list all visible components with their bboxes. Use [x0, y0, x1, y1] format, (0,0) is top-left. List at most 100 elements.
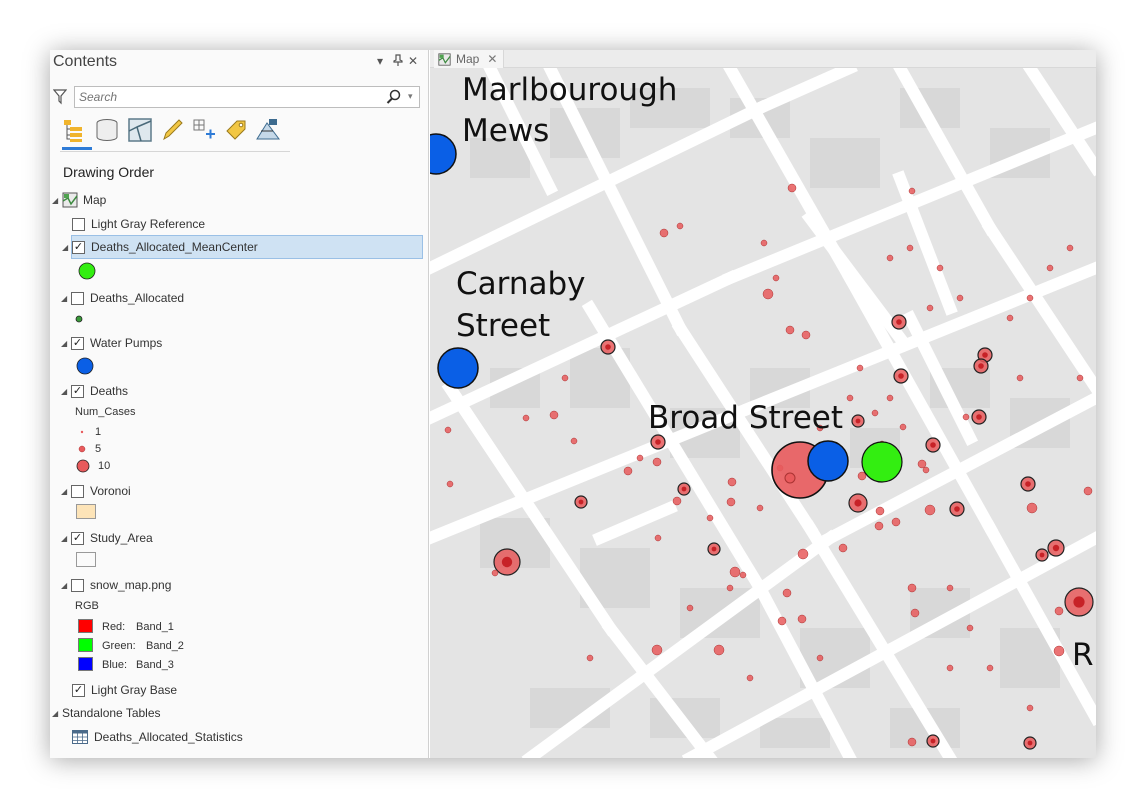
layer-visibility-checkbox[interactable]: ✓ [71, 384, 84, 398]
map-canvas[interactable]: Marlbourough Mews Carnaby Street Broad S… [415, 59, 1096, 758]
death-point-inner [854, 499, 862, 507]
collapse-chevron-icon[interactable]: ◢ [52, 709, 62, 718]
layer-visibility-checkbox[interactable] [71, 484, 84, 498]
collapse-chevron-icon[interactable]: ◢ [61, 534, 71, 543]
layer-visibility-checkbox[interactable]: ✓ [72, 240, 85, 254]
map-tab-bar: Map ✕ [430, 50, 1096, 68]
layer-name: Light Gray Reference [91, 217, 206, 231]
pane-options-dropdown-icon[interactable]: ▾ [377, 54, 383, 68]
blue-band-label: Band_3 [136, 659, 174, 671]
pin-icon[interactable] [393, 54, 403, 69]
death-point [1026, 294, 1034, 302]
layer-visibility-checkbox[interactable] [71, 578, 84, 592]
death-point [549, 410, 559, 420]
death-point-inner [655, 439, 661, 445]
collapse-chevron-icon[interactable]: ◢ [61, 339, 71, 348]
death-point [446, 480, 454, 488]
death-point-inner [1027, 740, 1033, 746]
death-point [636, 454, 644, 462]
death-point [785, 325, 795, 335]
layer-voronoi[interactable]: ◢ Voronoi [61, 480, 131, 502]
search-box[interactable]: ▾ [74, 86, 420, 108]
tab-map[interactable]: Map ✕ [434, 50, 505, 68]
death-point [1054, 606, 1064, 616]
death-point-inner [1039, 552, 1045, 558]
layer-visibility-checkbox[interactable] [72, 217, 85, 231]
layer-light-gray-base[interactable]: ✓ Light Gray Base [72, 679, 177, 701]
layer-visibility-checkbox[interactable]: ✓ [72, 683, 85, 697]
collapse-chevron-icon[interactable]: ◢ [61, 581, 71, 590]
death-point [1026, 502, 1038, 514]
map-tab-icon [438, 52, 451, 66]
death-point-inner [930, 738, 936, 744]
close-tab-icon[interactable]: ✕ [487, 52, 497, 66]
death-point [652, 457, 662, 467]
building-block [810, 138, 880, 188]
list-by-perspective-imagery-icon[interactable] [254, 116, 282, 144]
layer-visibility-checkbox[interactable]: ✓ [71, 531, 84, 545]
map-node[interactable]: ◢ Map [52, 189, 106, 211]
map-icon [62, 192, 78, 208]
death-point [986, 664, 994, 672]
collapse-chevron-icon[interactable]: ◢ [62, 243, 72, 252]
death-point-inner [982, 352, 988, 358]
death-point [491, 569, 499, 577]
deaths-allocated-symbol [75, 315, 83, 323]
death-point [623, 466, 633, 476]
death-point-inner [578, 499, 584, 505]
layer-water-pumps[interactable]: ◢ ✓ Water Pumps [61, 332, 162, 354]
death-point [654, 534, 662, 542]
list-by-selection-icon[interactable] [126, 116, 154, 144]
green-band-label: Band_2 [146, 640, 184, 652]
layer-snow-map[interactable]: ◢ snow_map.png [61, 574, 171, 596]
layer-deaths-allocated[interactable]: ◢ Deaths_Allocated [61, 287, 184, 309]
death-point [797, 614, 807, 624]
raster-rgb-header: RGB [75, 600, 99, 612]
collapse-chevron-icon[interactable]: ◢ [61, 487, 71, 496]
death-point [875, 506, 885, 516]
layer-visibility-checkbox[interactable]: ✓ [71, 336, 84, 350]
contents-header: Contents ▾ ✕ [50, 50, 429, 74]
list-by-snapping-icon[interactable] [190, 116, 218, 144]
death-point [874, 521, 884, 531]
map-view-pane: Map ✕ Marlbourough Mews Carnaby Street B… [415, 50, 1096, 758]
death-point [946, 664, 954, 672]
death-point-inner [976, 414, 982, 420]
death-point [713, 644, 725, 656]
list-by-data-source-icon[interactable] [93, 116, 121, 144]
red-band-label: Band_1 [136, 621, 174, 633]
death-point [906, 244, 914, 252]
collapse-chevron-icon[interactable]: ◢ [61, 387, 71, 396]
layer-deaths[interactable]: ◢ ✓ Deaths [61, 380, 128, 402]
search-options-chevron-icon[interactable]: ▾ [408, 91, 413, 102]
death-point [787, 183, 797, 193]
layer-light-gray-reference[interactable]: Light Gray Reference [72, 213, 205, 235]
contents-pane: Contents ▾ ✕ ▾ [50, 50, 429, 758]
table-deaths-allocated-statistics[interactable]: Deaths_Allocated_Statistics [72, 726, 243, 748]
water-pump-broad-street [807, 440, 849, 482]
deaths-class-label-1: 1 [95, 426, 102, 438]
layer-name: Water Pumps [90, 336, 163, 350]
close-pane-icon[interactable]: ✕ [408, 54, 418, 68]
layer-visibility-checkbox[interactable] [71, 291, 84, 305]
death-point [729, 566, 741, 578]
collapse-chevron-icon[interactable]: ◢ [61, 294, 71, 303]
list-by-drawing-order-icon[interactable] [60, 116, 92, 150]
death-point [1066, 244, 1074, 252]
collapse-chevron-icon[interactable]: ◢ [52, 196, 62, 205]
layer-name: Deaths_Allocated_MeanCenter [91, 240, 258, 254]
filter-icon[interactable] [52, 89, 68, 110]
standalone-tables-node[interactable]: ◢ Standalone Tables [52, 702, 161, 724]
death-point [922, 466, 930, 474]
search-input[interactable] [75, 87, 375, 107]
list-by-editing-icon[interactable] [158, 116, 186, 144]
death-point [838, 543, 848, 553]
death-point [522, 414, 530, 422]
layer-deaths-allocated-meancenter[interactable]: ◢ ✓ Deaths_Allocated_MeanCenter [62, 235, 423, 259]
list-by-labeling-icon[interactable] [222, 116, 250, 144]
search-icon[interactable] [386, 89, 402, 110]
death-point [871, 409, 879, 417]
layer-study-area[interactable]: ◢ ✓ Study_Area [61, 527, 153, 549]
layer-name: Study_Area [90, 531, 153, 545]
green-band-swatch [78, 638, 93, 652]
